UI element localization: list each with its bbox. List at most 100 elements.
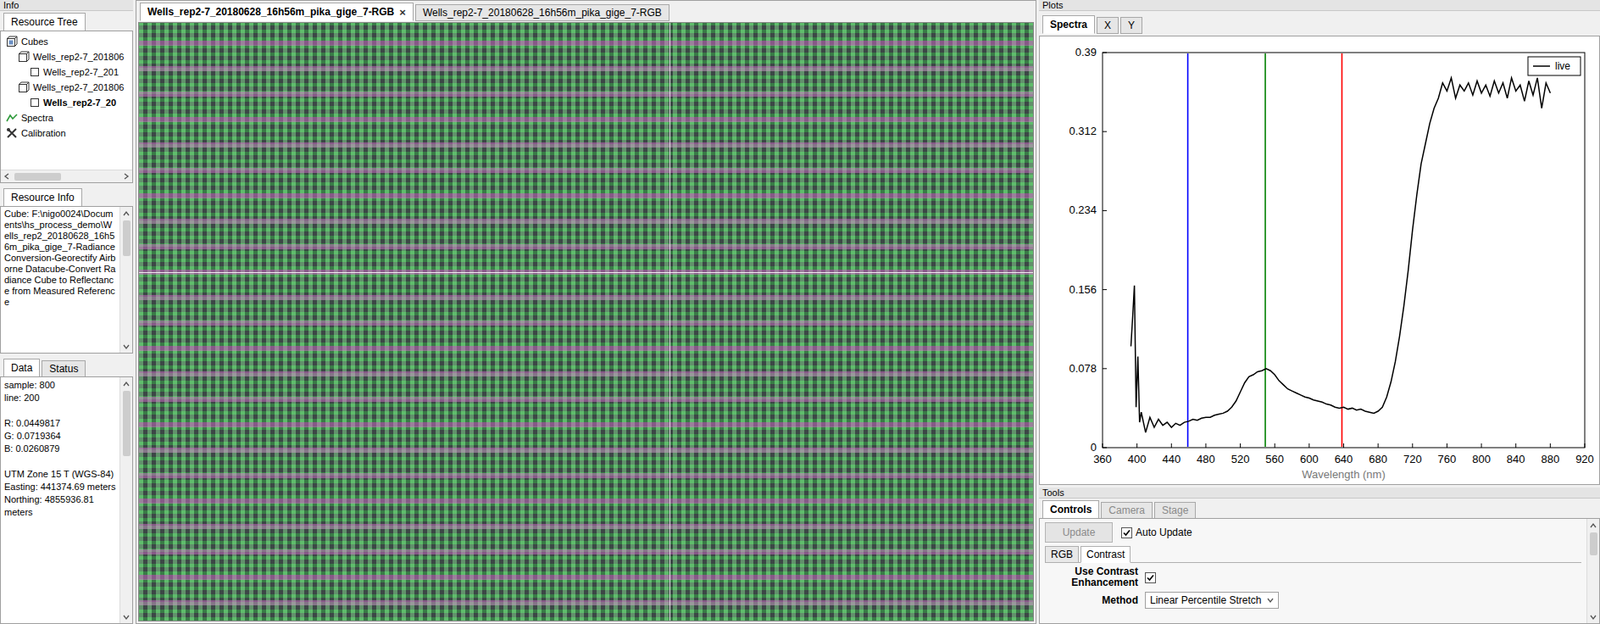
arrow-down-icon [1588, 612, 1598, 622]
check-icon [1122, 527, 1132, 538]
viewer-tab[interactable]: Wells_rep2-7_20180628_16h56m_pika_gige_7… [139, 2, 414, 22]
svg-text:0: 0 [1090, 440, 1097, 454]
scroll-track[interactable] [12, 170, 121, 183]
update-button[interactable]: Update [1044, 522, 1113, 543]
tree-item[interactable]: Wells_rep2-7_20 [2, 94, 131, 111]
horizontal-scrollbar[interactable] [0, 169, 133, 183]
svg-text:800: 800 [1472, 452, 1491, 466]
cube-icon [17, 81, 30, 94]
svg-text:840: 840 [1506, 452, 1526, 466]
tree-item[interactable]: Spectra [2, 110, 131, 126]
method-row: Method Linear Percentile Stretch [1044, 591, 1582, 609]
right-docks: PlotsSpectraXY36040044048052056060064068… [1038, 0, 1600, 624]
tab[interactable]: Spectra [1042, 15, 1095, 34]
svg-text:480: 480 [1196, 452, 1216, 466]
arrow-up-icon [122, 378, 131, 388]
tab[interactable]: Y [1120, 16, 1143, 34]
tab[interactable]: Stage [1154, 501, 1196, 519]
arrow-up-icon [122, 208, 131, 217]
plot-area [1102, 52, 1585, 448]
x-tick: 920 [1575, 443, 1595, 466]
svg-text:560: 560 [1265, 452, 1284, 466]
svg-text:600: 600 [1300, 452, 1319, 466]
data-line: line: 200 [4, 391, 117, 405]
viewer-tab[interactable]: Wells_rep2-7_20180628_16h56m_pika_gige_7… [415, 4, 670, 22]
scroll-down-button[interactable] [1587, 611, 1600, 623]
tab[interactable]: Data [3, 358, 40, 378]
contrast-row: Use Contrast Enhancement [1044, 566, 1582, 589]
auto-update-checkbox[interactable]: Auto Update [1121, 526, 1193, 539]
x-tick: 720 [1403, 443, 1423, 466]
band-marker[interactable] [1187, 53, 1189, 447]
scroll-up-button[interactable] [120, 206, 133, 219]
image-viewer: Wells_rep2-7_20180628_16h56m_pika_gige_7… [135, 0, 1037, 624]
app-window: InfoResource TreeCubesWells_rep2-7_20180… [0, 0, 1600, 624]
data-text: sample: 800line: 200R: 0.0449817G: 0.071… [0, 377, 120, 623]
scroll-down-button[interactable] [120, 340, 133, 353]
band-marker[interactable] [1264, 53, 1267, 447]
scroll-thumb[interactable] [122, 220, 131, 256]
data-line: Northing: 4855936.81 meters [4, 493, 117, 519]
data-line: Easting: 441374.69 meters [4, 480, 117, 494]
scroll-right-button[interactable] [120, 170, 133, 183]
sub-tab[interactable]: Contrast [1080, 545, 1131, 563]
x-tick: 440 [1161, 443, 1181, 466]
sub-tab[interactable]: RGB [1044, 545, 1079, 563]
tab[interactable]: Resource Tree [3, 12, 86, 32]
viewer-tabs: Wells_rep2-7_20180628_16h56m_pika_gige_7… [136, 0, 1036, 21]
tab[interactable]: Resource Info [3, 188, 83, 207]
dock-title: Plots [1038, 0, 1600, 12]
tree-item[interactable]: Wells_rep2-7_201 [2, 64, 131, 80]
x-tick: 400 [1127, 443, 1147, 466]
arrow-down-icon [122, 342, 131, 351]
tab[interactable]: Camera [1100, 501, 1153, 519]
tools-body: Update Auto Update RGBContrast Use Contrast… [1038, 517, 1600, 624]
scroll-thumb[interactable] [1589, 532, 1598, 556]
method-label: Method [1044, 594, 1139, 606]
vertical-scrollbar[interactable] [119, 206, 133, 353]
svg-text:0.312: 0.312 [1068, 124, 1097, 138]
svg-text:0.156: 0.156 [1068, 283, 1097, 296]
cube-icon [5, 35, 18, 48]
svg-text:920: 920 [1575, 452, 1595, 466]
x-tick: 480 [1196, 443, 1216, 466]
svg-text:360: 360 [1093, 452, 1112, 466]
svg-text:0.078: 0.078 [1068, 361, 1097, 375]
tab[interactable]: X [1096, 16, 1119, 34]
plot-tabs: SpectraXY [1038, 13, 1600, 34]
contrast-label: Use Contrast Enhancement [1044, 566, 1139, 589]
scroll-up-button[interactable] [1587, 518, 1600, 531]
resource-tree: CubesWells_rep2-7_201806Wells_rep2-7_201… [0, 30, 134, 184]
scroll-left-button[interactable] [0, 170, 13, 183]
method-select[interactable]: Linear Percentile Stretch [1144, 591, 1279, 609]
tree-item[interactable]: Wells_rep2-7_201806 [2, 79, 131, 95]
rgb-image[interactable] [138, 22, 1034, 622]
x-tick: 640 [1334, 443, 1354, 466]
tree-item[interactable]: Wells_rep2-7_201806 [2, 49, 131, 65]
band-marker[interactable] [1341, 53, 1344, 447]
scroll-track[interactable] [120, 218, 133, 341]
tree-item[interactable]: Cubes [2, 33, 131, 50]
checkbox[interactable] [1121, 527, 1133, 539]
checkbox[interactable] [1144, 572, 1156, 584]
data-line: UTM Zone 15 T (WGS-84) [4, 467, 117, 481]
svg-text:880: 880 [1541, 452, 1561, 466]
spectrum-line [1131, 77, 1551, 433]
scroll-down-button[interactable] [120, 611, 133, 623]
scroll-up-button[interactable] [120, 377, 133, 389]
scroll-track[interactable] [120, 388, 133, 612]
vertical-scrollbar[interactable] [119, 377, 133, 623]
data-line: R: 0.0449817 [4, 416, 117, 430]
x-tick: 760 [1438, 443, 1457, 466]
scroll-thumb[interactable] [122, 390, 131, 456]
x-tick: 840 [1506, 443, 1526, 466]
y-tick: 0.156 [1068, 283, 1107, 296]
vertical-scrollbar[interactable] [1586, 518, 1600, 623]
svg-text:760: 760 [1438, 452, 1457, 466]
scroll-thumb[interactable] [14, 172, 62, 181]
tree-item[interactable]: Calibration [2, 125, 131, 141]
scroll-track[interactable] [1587, 530, 1600, 612]
tab[interactable]: Controls [1042, 500, 1100, 519]
tab[interactable]: Status [41, 360, 86, 378]
close-tab-button[interactable]: × [399, 6, 406, 18]
